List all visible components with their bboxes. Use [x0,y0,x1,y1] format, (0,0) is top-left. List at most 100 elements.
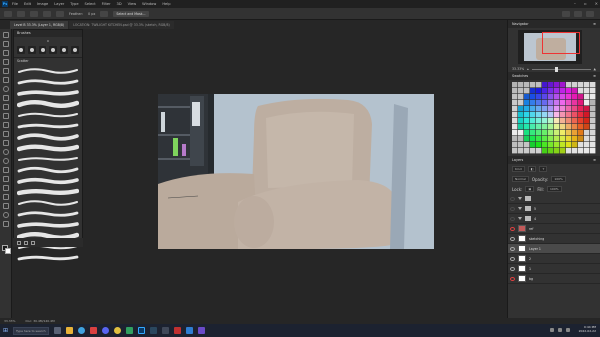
swatch-cell[interactable] [542,148,548,154]
kind-filter-select[interactable]: Kind [512,166,525,172]
swatch-cell[interactable] [572,94,578,100]
menu-help[interactable]: Help [162,2,170,6]
swatch-cell[interactable] [590,100,596,106]
menu-image[interactable]: Image [37,2,48,6]
swatch-cell[interactable] [536,94,542,100]
swatch-cell[interactable] [578,82,584,88]
swatch-cell[interactable] [578,100,584,106]
swatch-cell[interactable] [560,130,566,136]
layer-row[interactable]: 4 [508,214,600,224]
swatch-cell[interactable] [590,112,596,118]
swatch-cell[interactable] [572,118,578,124]
swatch-cell[interactable] [566,124,572,130]
swatch-cell[interactable] [524,142,530,148]
swatch-cell[interactable] [542,82,548,88]
windows-start-icon[interactable]: ⊞ [3,327,8,334]
blur-tool-icon[interactable] [2,149,9,155]
app-icon[interactable] [186,327,194,334]
brush-stroke-preview[interactable] [17,209,79,218]
swatch-cell[interactable] [536,124,542,130]
swatch-cell[interactable] [590,118,596,124]
battery-icon[interactable] [566,328,570,332]
swatch-cell[interactable] [566,82,572,88]
swatch-cell[interactable] [578,142,584,148]
layer-row[interactable]: Layer 1 [508,244,600,254]
brush-stroke-preview[interactable] [17,165,79,174]
swatch-cell[interactable] [554,136,560,142]
swatch-cell[interactable] [584,136,590,142]
search-icon[interactable] [562,11,570,17]
swatch-cell[interactable] [536,112,542,118]
select-and-mask-button[interactable]: Select and Mask... [113,10,149,17]
visibility-eye-icon[interactable] [510,236,515,241]
swatch-cell[interactable] [518,112,524,118]
layer-row[interactable]: 5 [508,204,600,214]
delete-brush-icon[interactable] [31,240,35,245]
menu-filter[interactable]: Filter [102,2,111,6]
panel-menu-icon[interactable]: ≡ [593,22,596,26]
filter-icon[interactable]: ◧ [527,166,537,172]
move-tool-icon[interactable] [2,32,9,38]
swatch-cell[interactable] [536,136,542,142]
zoom-out-icon[interactable]: ▴ [527,67,529,71]
menu-window[interactable]: Window [142,2,156,6]
path-select-tool-icon[interactable] [2,185,9,191]
file-explorer-icon[interactable] [66,327,74,334]
brush-stroke-preview[interactable] [17,187,79,196]
swatch-cell[interactable] [590,124,596,130]
new-brush-icon[interactable] [24,240,28,245]
swatch-cell[interactable] [578,118,584,124]
swatch-cell[interactable] [512,130,518,136]
swatch-cell[interactable] [548,88,554,94]
swatch-cell[interactable] [554,88,560,94]
swatch-cell[interactable] [584,148,590,154]
swatch-cell[interactable] [536,88,542,94]
browser-icon[interactable] [78,327,86,334]
swatch-cell[interactable] [578,88,584,94]
status-zoom[interactable]: 33.33% [4,319,15,323]
swatch-cell[interactable] [518,142,524,148]
app-icon[interactable] [174,327,182,334]
swatch-cell[interactable] [518,136,524,142]
swatch-cell[interactable] [572,88,578,94]
hand-tool-icon[interactable] [2,203,9,209]
brush-stroke-preview[interactable] [17,176,79,185]
swatch-cell[interactable] [524,148,530,154]
navigator-thumbnail[interactable] [518,30,582,64]
swatch-cell[interactable] [548,112,554,118]
swatch-cell[interactable] [548,118,554,124]
brush-tip-icon[interactable] [49,46,58,54]
swatch-cell[interactable] [530,136,536,142]
swatch-cell[interactable] [530,100,536,106]
swatch-cell[interactable] [530,130,536,136]
swatch-cell[interactable] [530,148,536,154]
anti-alias-checkbox[interactable] [100,10,109,17]
visibility-eye-icon[interactable] [510,226,515,231]
swatch-cell[interactable] [560,112,566,118]
quick-select-tool-icon[interactable] [2,59,9,65]
swatch-cell[interactable] [542,142,548,148]
swatch-cell[interactable] [518,124,524,130]
swatch-cell[interactable] [542,88,548,94]
swatch-cell[interactable] [584,142,590,148]
type-tool-icon[interactable] [2,176,9,182]
swatch-cell[interactable] [554,100,560,106]
swatch-cell[interactable] [524,112,530,118]
swatch-cell[interactable] [542,106,548,112]
swatch-cell[interactable] [536,82,542,88]
swatch-cell[interactable] [554,82,560,88]
menu-view[interactable]: View [128,2,137,6]
swatch-cell[interactable] [578,112,584,118]
swatch-cell[interactable] [560,136,566,142]
swatch-cell[interactable] [554,118,560,124]
swatch-cell[interactable] [560,100,566,106]
swatch-cell[interactable] [548,130,554,136]
crop-tool-icon[interactable] [2,68,9,74]
swatch-cell[interactable] [542,130,548,136]
new-group-icon[interactable] [17,240,21,245]
swatch-cell[interactable] [524,88,530,94]
swatch-cell[interactable] [536,106,542,112]
swatch-cell[interactable] [548,82,554,88]
layer-row[interactable]: 1 [508,264,600,274]
close-icon[interactable]: ✕ [595,1,598,6]
